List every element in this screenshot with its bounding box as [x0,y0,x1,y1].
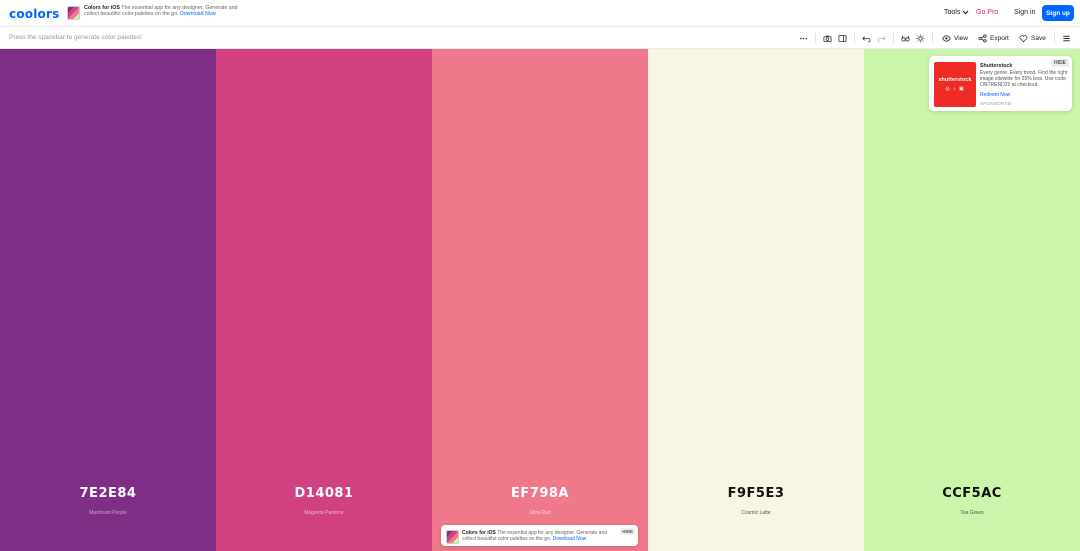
ios-promo-banner[interactable]: Colors for iOS The essential app for any… [67,5,254,20]
ios-app-thumbnail [446,530,459,544]
color-hex-code[interactable]: F9F5E3 [648,486,864,501]
ad-body: Every genre. Every trend. Find the right… [980,70,1068,89]
sidebar-toggle-button[interactable] [838,32,847,44]
export-label: Export [990,34,1009,42]
color-name[interactable]: Ultra Red [432,510,648,516]
toolbar-divider [815,33,816,43]
ios-promo-text: Colors for iOS The essential app for any… [84,5,254,18]
ad-title: Shutterstock [980,63,1013,69]
color-column-5[interactable]: CCF5AC Tea Green [864,49,1080,551]
color-column-1[interactable]: 7E2E84 Maximum Purple [0,49,216,551]
toolbar: Press the spacebar to generate color pal… [0,27,1080,49]
save-button[interactable]: Save [1019,32,1046,44]
chevron-down-icon [962,10,969,15]
top-navbar: coolors Colors for iOS The essential app… [0,0,1080,27]
glasses-icon [901,35,910,42]
coolors-logo[interactable]: coolors [9,7,59,21]
menu-button[interactable] [1062,32,1071,44]
undo-button[interactable] [862,32,871,44]
more-icon [799,37,808,39]
ios-card-hide-button[interactable]: HIDE [620,528,635,535]
ios-card-text: Colors for iOS The essential app for any… [462,530,622,542]
sun-icon [916,33,925,43]
media-icons: ◎ ♪ ▣ [945,86,965,92]
sponsored-label: SPONSORED [980,101,1012,106]
hamburger-menu-icon [1063,35,1070,41]
spacebar-hint: Press the spacebar to generate color pal… [9,34,142,41]
toolbar-divider [1054,33,1055,43]
view-label: View [954,34,968,42]
color-column-3[interactable]: EF798A Ultra Red [432,49,648,551]
heart-icon [1019,34,1028,42]
camera-button[interactable] [823,32,832,44]
shutterstock-ad-image[interactable]: shutterstock ◎ ♪ ▣ [934,62,976,107]
ios-promo-card[interactable]: Colors for iOS The essential app for any… [441,525,638,546]
share-icon [978,33,987,43]
sponsored-ad-card[interactable]: HIDE shutterstock ◎ ♪ ▣ Shutterstock Eve… [929,56,1072,111]
shutterstock-logo: shutterstock [938,77,972,83]
ios-card-download-link[interactable]: Download Now [553,536,587,542]
eye-icon [942,34,951,42]
color-hex-code[interactable]: 7E2E84 [0,486,216,501]
color-name[interactable]: Tea Green [864,510,1080,516]
color-name[interactable]: Maximum Purple [0,510,216,516]
toolbar-divider [932,33,933,43]
save-label: Save [1031,34,1046,42]
color-blindness-button[interactable] [901,32,910,44]
toolbar-divider [893,33,894,43]
ios-promo-download-link[interactable]: Download Now [180,11,216,17]
redo-icon [877,35,886,43]
color-hex-code[interactable]: EF798A [432,486,648,501]
sign-in-link[interactable]: Sign in [1014,9,1035,16]
ad-redeem-link[interactable]: Redeem Now [980,92,1010,98]
camera-icon [823,35,832,42]
export-button[interactable]: Export [978,32,1009,44]
color-hex-code[interactable]: D14081 [216,486,432,501]
sidebar-icon [838,34,847,42]
color-palette: 7E2E84 Maximum Purple D14081 Magenta Pan… [0,49,1080,551]
view-button[interactable]: View [942,32,968,44]
color-name[interactable]: Cosmic Latte [648,510,864,516]
undo-icon [862,35,871,43]
color-hex-code[interactable]: CCF5AC [864,486,1080,501]
tools-label: Tools [944,9,961,16]
go-pro-link[interactable]: Go Pro [976,9,998,16]
color-name[interactable]: Magenta Pantone [216,510,432,516]
adjust-palette-button[interactable] [916,32,925,44]
toolbar-divider [854,33,855,43]
sign-up-button[interactable]: Sign up [1042,5,1074,21]
ios-promo-title: Colors for iOS [84,5,120,11]
color-column-2[interactable]: D14081 Magenta Pantone [216,49,432,551]
redo-button[interactable] [877,32,886,44]
color-column-4[interactable]: F9F5E3 Cosmic Latte [648,49,864,551]
more-options-button[interactable] [799,32,808,44]
ad-hide-button[interactable]: HIDE [1051,59,1069,67]
tools-menu[interactable]: Tools [944,9,969,16]
ios-app-thumbnail [67,6,80,20]
